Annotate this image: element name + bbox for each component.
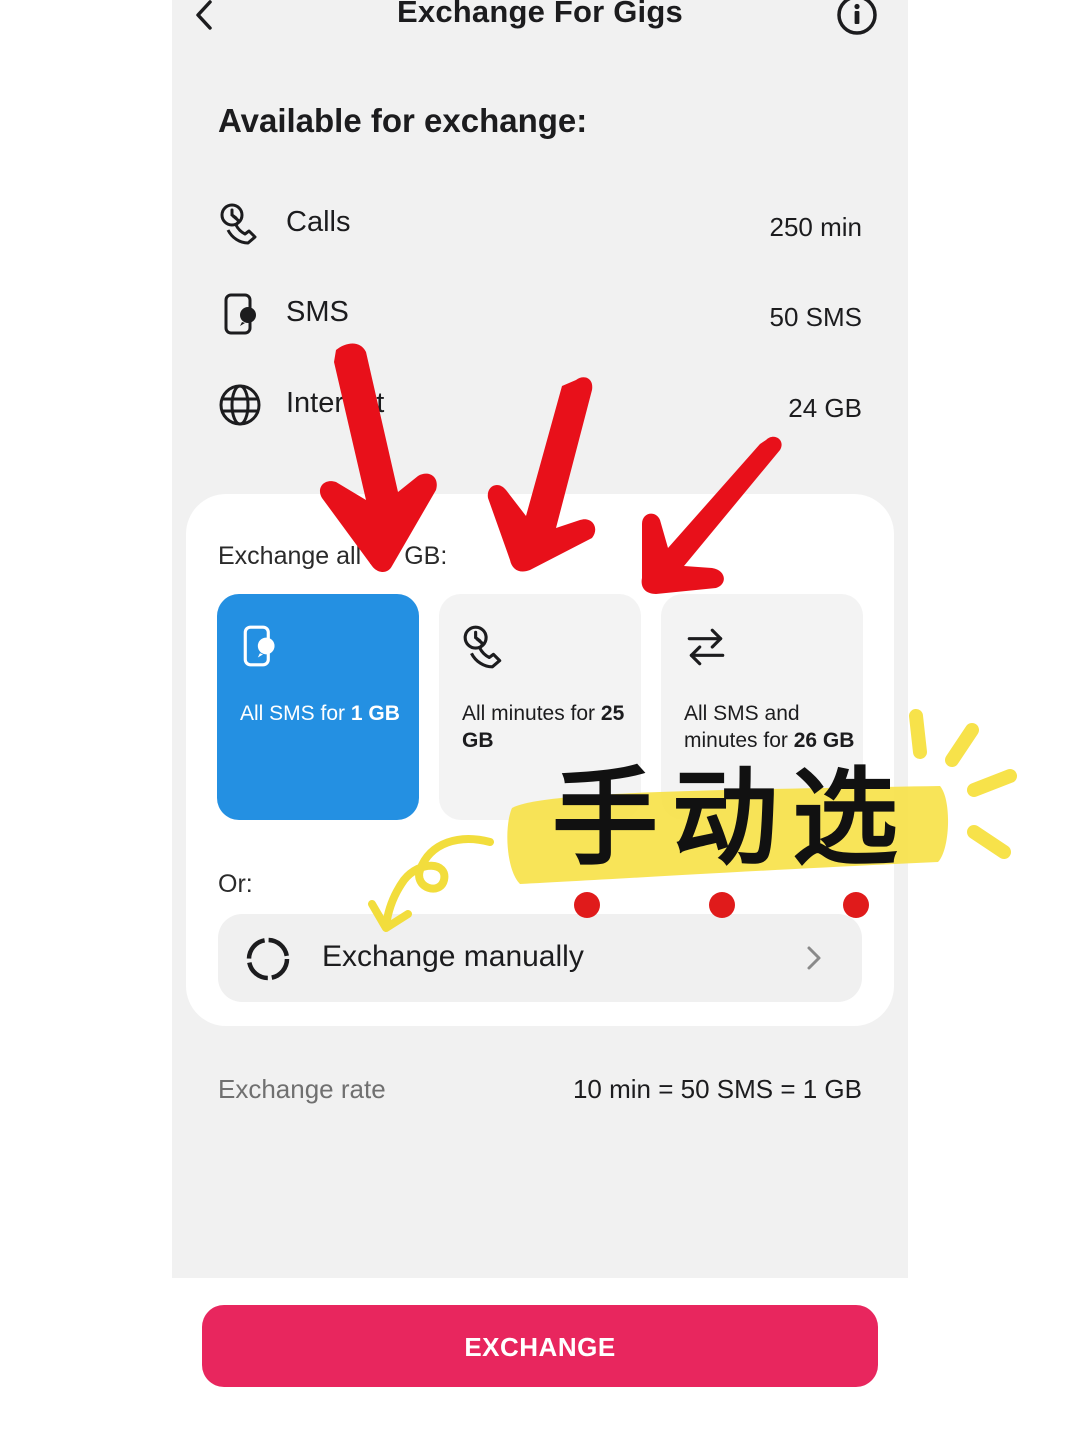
info-circle-icon (837, 0, 877, 35)
exchange-rate-value: 10 min = 50 SMS = 1 GB (572, 1074, 862, 1104)
phone-clock-icon (220, 203, 257, 245)
resource-row-calls: Calls 250 min (218, 200, 862, 250)
globe-icon (219, 384, 261, 426)
resource-row-sms: SMS 50 SMS (218, 290, 862, 340)
exchange-manually-button[interactable]: Exchange manually (218, 914, 862, 1002)
resource-label: SMS (286, 296, 349, 328)
exchange-rate-label: Exchange rate (218, 1074, 386, 1104)
sms-phone-icon (224, 293, 256, 335)
sparkle-icon (909, 709, 1017, 859)
resource-label: Calls (286, 206, 351, 238)
resource-value: 250 min (769, 212, 863, 242)
sms-phone-icon (243, 625, 275, 667)
phone-clock-icon (463, 625, 502, 669)
option-text: All SMS for 1 GB (240, 702, 400, 725)
ring-icon (246, 937, 290, 981)
option-all-sms[interactable]: All SMS for 1 GB (217, 594, 419, 820)
handwritten-annotation: 手动选 (552, 757, 912, 880)
exchange-manually-label: Exchange manually (322, 940, 584, 973)
page-title: Exchange For Gigs (397, 0, 683, 29)
resource-value: 24 GB (788, 393, 862, 423)
chevron-right-icon (807, 946, 821, 970)
resource-value: 50 SMS (769, 302, 863, 332)
swap-arrows-icon (687, 628, 725, 666)
or-label: Or: (218, 870, 253, 898)
exchange-all-title: Exchange all for GB: (218, 542, 448, 570)
resource-label: Internet (286, 387, 385, 419)
available-title: Available for exchange: (218, 102, 588, 139)
top-bar: Exchange For Gigs (172, 0, 908, 40)
exchange-button[interactable]: EXCHANGE (202, 1305, 878, 1387)
phone-screen: Exchange For Gigs Available for exchange… (172, 0, 908, 1278)
info-button[interactable] (836, 0, 878, 36)
resource-row-internet: Internet 24 GB (218, 381, 862, 431)
